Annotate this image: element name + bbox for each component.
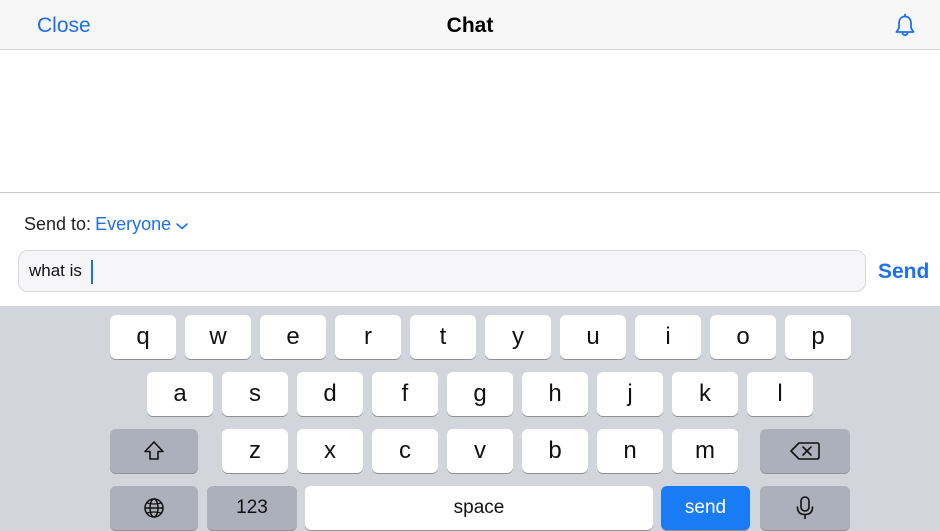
key-d[interactable]: d [297,372,363,416]
key-a[interactable]: a [147,372,213,416]
on-screen-keyboard: q w e r t y u i o p a s d f g h j k l z … [0,306,940,531]
bell-icon[interactable] [891,12,919,40]
text-cursor [91,260,93,284]
globe-icon [142,496,166,520]
backspace-key[interactable] [760,429,850,473]
nav-bar: Close Chat [0,0,940,50]
key-u[interactable]: u [560,315,626,359]
key-c[interactable]: c [372,429,438,473]
send-key[interactable]: send [661,486,750,530]
key-w[interactable]: w [185,315,251,359]
send-to-label: Send to: [24,214,92,234]
key-q[interactable]: q [110,315,176,359]
shift-icon [142,439,166,463]
send-to-selector: Send to: Everyone [24,212,189,237]
key-n[interactable]: n [597,429,663,473]
key-r[interactable]: r [335,315,401,359]
message-input[interactable] [18,250,866,292]
key-f[interactable]: f [372,372,438,416]
key-l[interactable]: l [747,372,813,416]
key-j[interactable]: j [597,372,663,416]
key-o[interactable]: o [710,315,776,359]
send-to-recipient-dropdown[interactable]: Everyone [95,214,171,234]
key-h[interactable]: h [522,372,588,416]
key-i[interactable]: i [635,315,701,359]
numbers-key[interactable]: 123 [207,486,297,530]
message-list [0,50,940,193]
key-m[interactable]: m [672,429,738,473]
key-s[interactable]: s [222,372,288,416]
microphone-icon [794,495,816,521]
page-title: Chat [446,14,494,37]
chevron-down-icon[interactable] [175,213,189,237]
key-e[interactable]: e [260,315,326,359]
key-z[interactable]: z [222,429,288,473]
key-g[interactable]: g [447,372,513,416]
space-key[interactable]: space [305,486,653,530]
globe-key[interactable] [110,486,198,530]
key-y[interactable]: y [485,315,551,359]
backspace-icon [789,439,821,463]
key-v[interactable]: v [447,429,513,473]
key-x[interactable]: x [297,429,363,473]
key-b[interactable]: b [522,429,588,473]
shift-key[interactable] [110,429,198,473]
key-t[interactable]: t [410,315,476,359]
key-k[interactable]: k [672,372,738,416]
send-button[interactable]: Send [878,259,929,285]
key-p[interactable]: p [785,315,851,359]
dictation-key[interactable] [760,486,850,530]
